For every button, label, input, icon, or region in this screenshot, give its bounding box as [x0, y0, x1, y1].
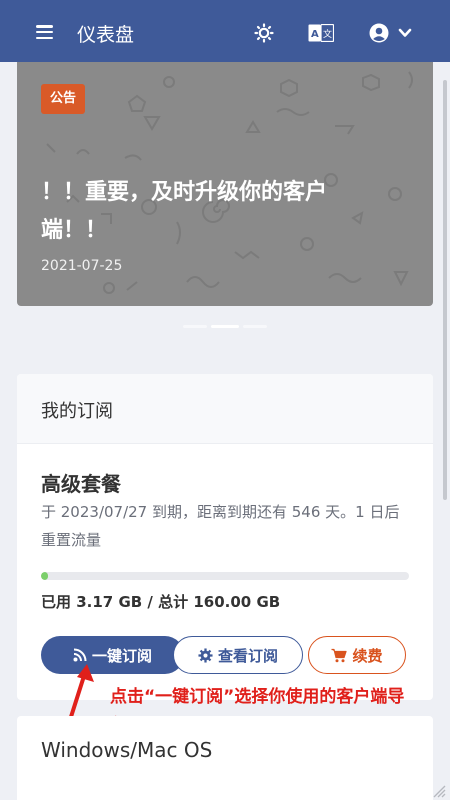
plan-name: 高级套餐	[41, 472, 121, 496]
theme-icon[interactable]	[254, 23, 274, 43]
chevron-down-icon[interactable]	[398, 27, 412, 39]
user-icon[interactable]	[369, 23, 389, 43]
card-header: 我的订阅	[17, 374, 433, 444]
usage-text: 已用 3.17 GB / 总计 160.00 GB	[41, 593, 281, 611]
rss-icon	[73, 648, 87, 662]
renew-button[interactable]: 续费	[308, 636, 406, 674]
platform-card: Windows/Mac OS	[17, 716, 433, 800]
top-bar: 仪表盘 A 文	[0, 0, 450, 62]
usage-progress-fill	[41, 572, 49, 580]
plan-description: 于 2023/07/27 到期，距离到期还有 546 天。1 日后重置流量	[41, 503, 400, 549]
menu-icon[interactable]	[36, 25, 53, 40]
annotation-arrow	[68, 664, 94, 722]
subscription-card-title: 我的订阅	[41, 401, 113, 422]
gear-icon	[198, 647, 213, 663]
svg-text:A: A	[311, 29, 319, 40]
scrollbar-thumb[interactable]	[443, 80, 447, 500]
platform-card-title: Windows/Mac OS	[41, 738, 213, 762]
carousel-dot[interactable]	[183, 325, 207, 328]
resize-grip-icon[interactable]	[432, 784, 446, 798]
cart-icon	[331, 648, 348, 662]
announcement-date: 2021-07-25	[41, 258, 123, 274]
view-subscription-label: 查看订阅	[217, 646, 278, 665]
announcement-title[interactable]: ！！重要，及时升级你的客户端！！	[41, 174, 371, 250]
view-subscription-button[interactable]: 查看订阅	[173, 636, 303, 674]
carousel-dot-active[interactable]	[211, 325, 239, 328]
page-title: 仪表盘	[77, 24, 135, 46]
svg-text:文: 文	[323, 28, 332, 40]
subscription-card: 我的订阅 高级套餐 于 2023/07/27 到期，距离到期还有 546 天。1…	[17, 374, 433, 700]
usage-progress-bar	[41, 572, 409, 580]
announcement-banner[interactable]: 公告 ！！重要，及时升级你的客户端！！ 2021-07-25	[17, 62, 433, 306]
carousel-dot[interactable]	[243, 325, 267, 328]
language-icon[interactable]: A 文	[308, 24, 334, 42]
renew-label: 续费	[352, 646, 383, 665]
announcement-badge: 公告	[41, 84, 86, 114]
one-click-subscribe-label: 一键订阅	[91, 646, 152, 665]
carousel-indicators	[183, 325, 267, 329]
